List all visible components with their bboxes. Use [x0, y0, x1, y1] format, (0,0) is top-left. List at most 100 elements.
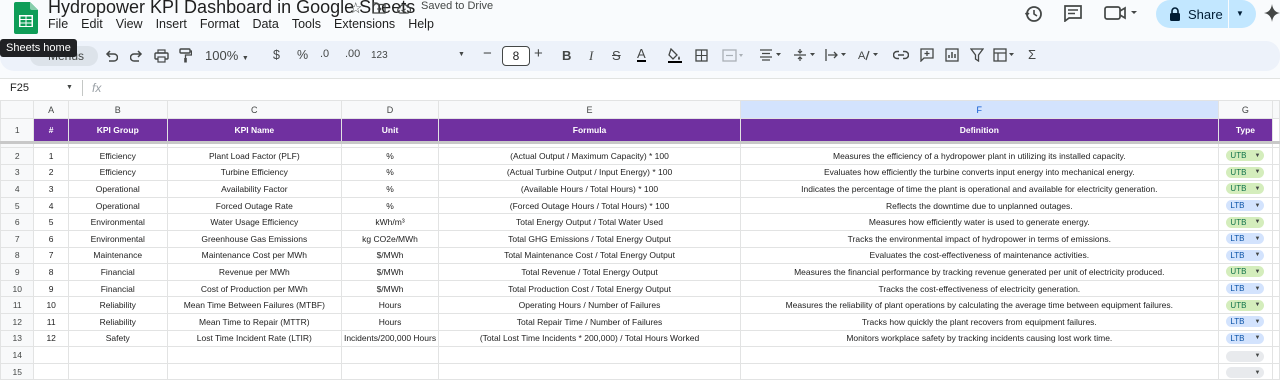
kpi-name-cell[interactable]: Forced Outage Rate — [166, 196, 342, 215]
kpi-unit-cell[interactable]: kg CO2e/MWh — [340, 229, 440, 248]
kpi-unit-cell[interactable]: Incidents/200,000 Hours — [340, 329, 440, 348]
empty-cell[interactable] — [166, 346, 342, 364]
kpi-type-cell[interactable]: UTB ▼ — [1217, 213, 1274, 231]
kpi-formula-cell[interactable]: (Total Lost Time Incidents * 200,000) / … — [438, 329, 741, 348]
kpi-definition-cell[interactable]: Measures how efficiently water is used t… — [739, 213, 1219, 231]
undo-icon[interactable] — [105, 50, 118, 62]
kpi-formula-cell[interactable]: (Actual Turbine Output / Input Energy) *… — [438, 163, 741, 182]
menu-data[interactable]: Data — [252, 17, 278, 31]
fill-color-icon[interactable] — [668, 48, 682, 63]
more-formats-button[interactable]: 123 — [371, 50, 388, 61]
kpi-name-cell[interactable]: Mean Time to Repair (MTTR) — [166, 312, 342, 331]
row-header[interactable]: 10 — [0, 279, 35, 298]
column-header-e[interactable]: E — [438, 100, 741, 119]
kpi-name-cell[interactable]: Mean Time Between Failures (MTBF) — [166, 296, 342, 314]
kpi-number-cell[interactable]: 1 — [33, 147, 69, 165]
row-header[interactable]: 14 — [0, 346, 35, 364]
meet-video-icon[interactable] — [1104, 5, 1138, 21]
kpi-name-cell[interactable]: Turbine Efficiency — [166, 163, 342, 182]
kpi-definition-cell[interactable]: Monitors workplace safety by tracking in… — [739, 329, 1219, 348]
kpi-group-cell[interactable]: Maintenance — [67, 246, 168, 265]
kpi-group-cell[interactable]: Environmental — [67, 229, 168, 248]
zoom-select[interactable]: 100% ▼ — [205, 48, 249, 63]
kpi-formula-cell[interactable]: Total Repair Time / Number of Failures — [438, 312, 741, 331]
filter-icon[interactable] — [970, 48, 984, 62]
kpi-unit-cell[interactable]: $/MWh — [340, 246, 440, 265]
kpi-definition-cell[interactable]: Measures the financial performance by tr… — [739, 263, 1219, 281]
kpi-group-cell[interactable]: Financial — [67, 263, 168, 281]
kpi-unit-cell[interactable]: Hours — [340, 312, 440, 331]
blank-cell[interactable] — [1272, 279, 1280, 298]
star-icon[interactable]: ☆ — [349, 0, 362, 17]
kpi-unit-cell[interactable]: $/MWh — [340, 279, 440, 298]
kpi-formula-cell[interactable]: (Forced Outage Hours / Total Hours) * 10… — [438, 196, 741, 215]
empty-cell[interactable] — [67, 362, 168, 381]
borders-icon[interactable] — [695, 49, 708, 62]
cloud-saved-icon[interactable] — [396, 3, 412, 14]
kpi-type-cell[interactable]: LTB ▼ — [1217, 329, 1274, 348]
type-dropdown-chip[interactable]: LTB ▼ — [1226, 249, 1265, 261]
kpi-definition-cell[interactable]: Tracks the cost-effectiveness of electri… — [739, 279, 1219, 298]
type-dropdown-chip[interactable]: ▼ — [1226, 367, 1265, 379]
menu-extensions[interactable]: Extensions — [334, 17, 395, 31]
kpi-type-cell[interactable]: LTB ▼ — [1217, 312, 1274, 331]
kpi-name-cell[interactable]: Availability Factor — [166, 180, 342, 198]
column-header-a[interactable]: A — [33, 100, 69, 119]
share-dropdown-icon[interactable]: ▼ — [1236, 9, 1244, 18]
row-header[interactable]: 3 — [0, 163, 35, 182]
menu-edit[interactable]: Edit — [81, 17, 103, 31]
menu-file[interactable]: File — [48, 17, 68, 31]
type-dropdown-chip[interactable]: LTB ▼ — [1226, 283, 1265, 295]
empty-cell[interactable] — [739, 346, 1219, 364]
kpi-group-cell[interactable]: Operational — [67, 180, 168, 198]
blank-cell[interactable] — [1272, 213, 1280, 231]
kpi-number-cell[interactable]: 6 — [33, 229, 69, 248]
kpi-formula-cell[interactable]: Total Production Cost / Total Energy Out… — [438, 279, 741, 298]
kpi-group-cell[interactable]: Operational — [67, 196, 168, 215]
kpi-name-cell[interactable]: Lost Time Incident Rate (LTIR) — [166, 329, 342, 348]
blank-cell[interactable] — [1272, 147, 1280, 165]
sheets-logo-icon[interactable] — [14, 2, 38, 34]
menu-tools[interactable]: Tools — [292, 17, 321, 31]
kpi-group-cell[interactable]: Reliability — [67, 296, 168, 314]
blank-cell[interactable] — [1272, 362, 1280, 381]
merge-cells-icon[interactable] — [722, 49, 744, 62]
functions-icon[interactable]: Σ — [1028, 47, 1036, 62]
paint-format-icon[interactable] — [179, 48, 192, 63]
text-rotation-icon[interactable]: A — [857, 48, 881, 62]
kpi-definition-cell[interactable]: Tracks how quickly the plant recovers fr… — [739, 312, 1219, 331]
percent-format-button[interactable]: % — [297, 48, 308, 62]
header-cell-definition[interactable]: Definition — [739, 118, 1219, 143]
blank-cell[interactable] — [1272, 296, 1280, 314]
empty-cell[interactable] — [33, 362, 69, 381]
header-cell-formula[interactable]: Formula — [438, 118, 741, 143]
kpi-number-cell[interactable]: 3 — [33, 180, 69, 198]
row-header[interactable]: 6 — [0, 213, 35, 231]
empty-cell[interactable] — [739, 362, 1219, 381]
kpi-number-cell[interactable]: 5 — [33, 213, 69, 231]
kpi-group-cell[interactable]: Efficiency — [67, 163, 168, 182]
kpi-definition-cell[interactable]: Measures the efficiency of a hydropower … — [739, 147, 1219, 165]
row-header[interactable]: 2 — [0, 147, 35, 165]
type-dropdown-chip[interactable]: ▼ — [1226, 350, 1265, 362]
kpi-definition-cell[interactable]: Tracks the environmental impact of hydro… — [739, 229, 1219, 248]
row-header[interactable]: 4 — [0, 180, 35, 198]
type-dropdown-chip[interactable]: UTB ▼ — [1226, 150, 1265, 162]
kpi-type-cell[interactable]: LTB ▼ — [1217, 229, 1274, 248]
kpi-formula-cell[interactable]: (Available Hours / Total Hours) * 100 — [438, 180, 741, 198]
decrease-decimal-button[interactable]: .0 — [320, 48, 329, 60]
type-dropdown-chip[interactable]: LTB ▼ — [1226, 332, 1265, 344]
font-family-dropdown-icon[interactable]: ▼ — [458, 51, 465, 58]
italic-icon[interactable]: I — [589, 48, 593, 64]
kpi-name-cell[interactable]: Greenhouse Gas Emissions — [166, 229, 342, 248]
empty-cell[interactable] — [67, 346, 168, 364]
name-box-dropdown-icon[interactable]: ▼ — [66, 84, 73, 91]
kpi-group-cell[interactable]: Environmental — [67, 213, 168, 231]
row-header[interactable]: 11 — [0, 296, 35, 314]
kpi-group-cell[interactable]: Safety — [67, 329, 168, 348]
type-dropdown-chip[interactable]: UTB ▼ — [1226, 216, 1265, 228]
share-button[interactable]: Share ▼ — [1156, 0, 1256, 28]
empty-cell[interactable] — [340, 362, 440, 381]
insert-comment-icon[interactable] — [920, 48, 934, 62]
kpi-group-cell[interactable]: Reliability — [67, 312, 168, 331]
